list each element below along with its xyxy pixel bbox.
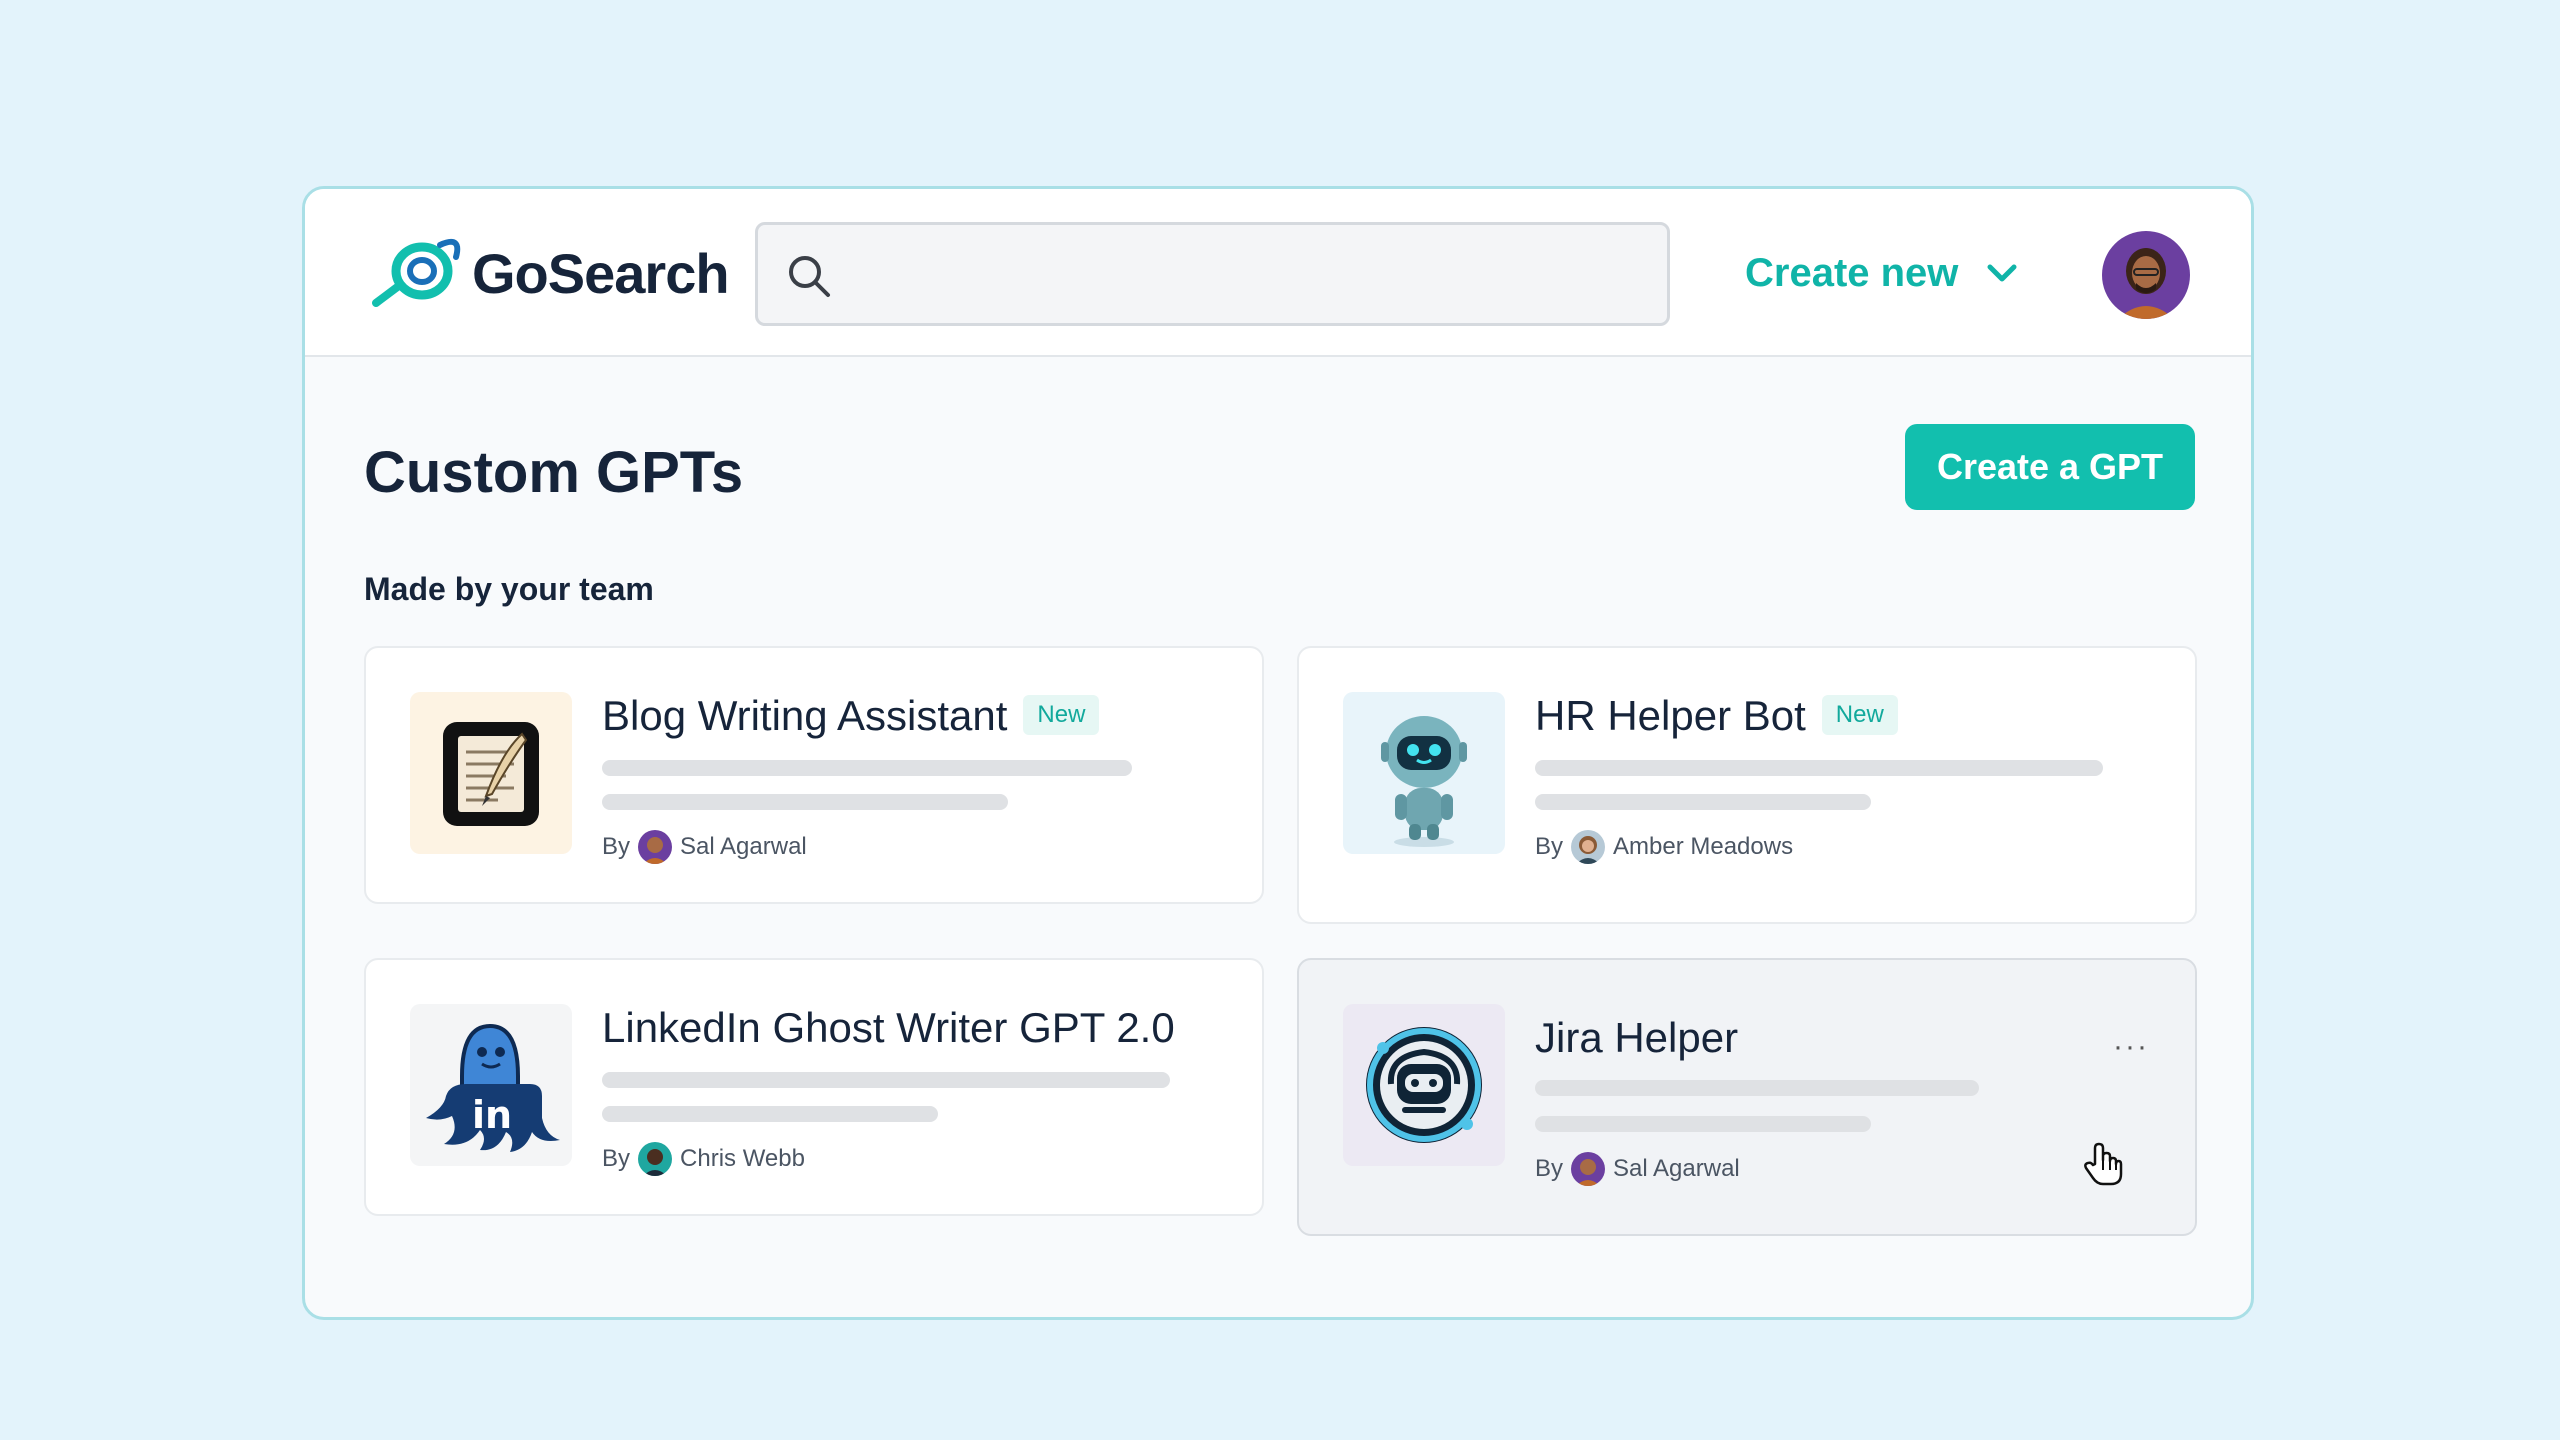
create-new-label: Create new: [1745, 250, 1959, 295]
gpt-card-linkedin-ghost-writer[interactable]: in LinkedIn Ghost Writer GPT 2.0 By Chri…: [364, 958, 1264, 1216]
placeholder-line: [1535, 1116, 1871, 1132]
by-label: By: [602, 1145, 631, 1172]
card-title-text: HR Helper Bot: [1535, 692, 1806, 739]
top-bar: GoSearch Create new: [305, 189, 2251, 357]
placeholder-line: [602, 794, 1008, 810]
chevron-down-icon: [1987, 264, 2017, 282]
robot-icon: [1343, 692, 1505, 854]
gosearch-logo[interactable]: GoSearch: [370, 237, 730, 309]
author-avatar: [1571, 830, 1606, 864]
user-avatar-image: [2102, 231, 2190, 319]
brand-name: GoSearch: [472, 241, 730, 305]
gpt-card-jira-helper[interactable]: Jira Helper ··· By Sal Agarwal: [1297, 958, 2197, 1236]
author-name: Amber Meadows: [1613, 833, 1794, 860]
robot-badge-icon: [1343, 1004, 1505, 1166]
author-name: Sal Agarwal: [680, 833, 807, 860]
gpt-card-hr-helper[interactable]: HR Helper Bot New By Amber Meadows: [1297, 646, 2197, 924]
search-input[interactable]: [755, 222, 1670, 326]
card-title: Blog Writing Assistant New: [602, 692, 1100, 740]
author-avatar: [638, 830, 673, 864]
placeholder-line: [602, 1106, 938, 1122]
new-badge: New: [1821, 694, 1898, 735]
author-name: Sal Agarwal: [1613, 1155, 1740, 1182]
by-label: By: [602, 833, 631, 860]
gpt-card-blog-writing[interactable]: Blog Writing Assistant New By Sal Agarwal: [364, 646, 1264, 904]
create-new-dropdown[interactable]: Create new: [1745, 241, 2018, 305]
more-options-button[interactable]: ···: [2113, 1030, 2149, 1064]
app-window: GoSearch Create new Custom GPTs Create a…: [302, 186, 2254, 1320]
svg-text:in: in: [472, 1093, 512, 1137]
author-byline: By Sal Agarwal: [602, 830, 807, 864]
section-label: Made by your team: [364, 571, 654, 607]
author-byline: By Sal Agarwal: [1535, 1152, 1740, 1186]
page-title: Custom GPTs: [364, 440, 744, 505]
card-title: Jira Helper: [1535, 1014, 1738, 1062]
hand-pointer-cursor-icon: [2084, 1142, 2123, 1186]
author-avatar: [638, 1142, 673, 1176]
placeholder-line: [1535, 760, 2103, 776]
author-name: Chris Webb: [680, 1145, 805, 1172]
author-avatar: [1571, 1152, 1606, 1186]
card-title-text: Blog Writing Assistant: [602, 692, 1008, 739]
card-title: HR Helper Bot New: [1535, 692, 1898, 740]
placeholder-line: [1535, 794, 1871, 810]
new-badge: New: [1023, 694, 1100, 735]
card-title-text: Jira Helper: [1535, 1014, 1739, 1061]
card-title-text: LinkedIn Ghost Writer GPT 2.0: [602, 1004, 1175, 1051]
create-gpt-button[interactable]: Create a GPT: [1905, 424, 2195, 510]
user-avatar[interactable]: [2102, 231, 2190, 319]
author-byline: By Amber Meadows: [1535, 830, 1793, 864]
card-title: LinkedIn Ghost Writer GPT 2.0: [602, 1004, 1175, 1052]
placeholder-line: [602, 1072, 1170, 1088]
author-byline: By Chris Webb: [602, 1142, 805, 1176]
placeholder-line: [1535, 1080, 1979, 1096]
placeholder-line: [602, 760, 1132, 776]
quill-document-icon: [410, 692, 572, 854]
by-label: By: [1535, 833, 1564, 860]
by-label: By: [1535, 1155, 1564, 1182]
linkedin-ghost-icon: in: [410, 1004, 572, 1166]
gosearch-logo-icon: [372, 239, 461, 307]
search-icon: [789, 256, 830, 297]
